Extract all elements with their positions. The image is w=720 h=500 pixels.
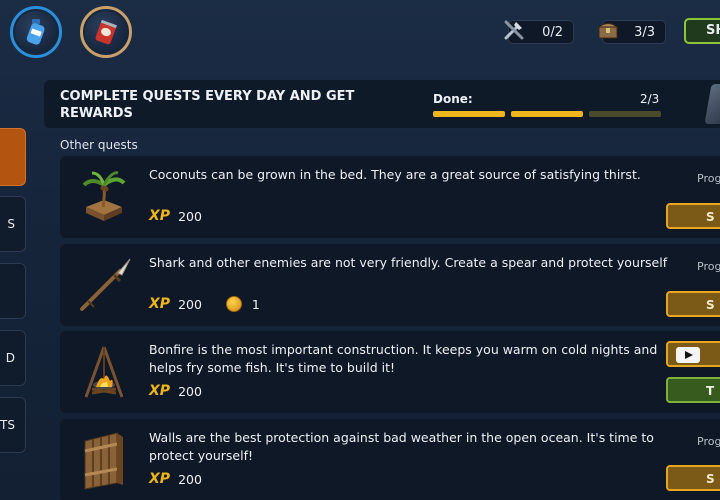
tools-count: 0/2 (542, 24, 563, 40)
quest-card: Coconuts can be grown in the bed. They a… (60, 156, 720, 238)
xp-icon: XP (149, 296, 171, 312)
wooden-wall-icon (72, 427, 136, 493)
progress-label: Prog (697, 172, 720, 185)
quest-action-button[interactable]: T (666, 377, 720, 403)
watch-video-button[interactable] (666, 341, 720, 367)
side-tab-label: TS (0, 418, 15, 432)
xp-value: 200 (178, 208, 202, 224)
quest-card: Walls are the best protection against ba… (60, 419, 720, 500)
coin-value: 1 (251, 296, 260, 312)
reward-chest-icon[interactable] (704, 84, 720, 124)
header-title: COMPLETE QUESTS EVERY DAY AND GET REWARD… (60, 89, 355, 121)
water-resource-button[interactable] (10, 6, 62, 58)
quest-action-button[interactable]: S (666, 465, 720, 491)
done-label: Done: (433, 92, 473, 106)
chest-counter: 3/3 (597, 20, 666, 44)
side-tab-4[interactable]: D (0, 330, 26, 386)
xp-icon: XP (149, 471, 171, 487)
spear-icon (72, 252, 136, 318)
top-bar: 0/2 3/3 SH (0, 0, 720, 66)
quest-description: Bonfire is the most important constructi… (149, 342, 658, 375)
shop-button[interactable]: SH (684, 18, 720, 44)
quest-action-button[interactable]: S (666, 203, 720, 229)
section-label: Other quests (60, 138, 138, 152)
quest-card: Shark and other enemies are not very fri… (60, 244, 720, 326)
palm-planter-icon (72, 164, 136, 230)
daily-quests-header: COMPLETE QUESTS EVERY DAY AND GET REWARD… (44, 80, 720, 128)
side-tab-1[interactable] (0, 128, 26, 186)
xp-icon: XP (149, 208, 171, 224)
progress-segment (589, 111, 661, 117)
chest-icon (593, 15, 623, 45)
quest-action-button[interactable]: S (666, 291, 720, 317)
video-play-icon (676, 347, 700, 363)
side-tab-label: D (5, 351, 15, 365)
quest-description: Walls are the best protection against ba… (149, 430, 654, 463)
quest-card: Bonfire is the most important constructi… (60, 331, 720, 413)
progress-segment (433, 111, 505, 117)
quest-description: Coconuts can be grown in the bed. They a… (149, 167, 641, 182)
quest-description: Shark and other enemies are not very fri… (149, 255, 668, 270)
quest-reward: XP 200 (149, 471, 202, 487)
xp-value: 200 (178, 296, 202, 312)
tools-counter: 0/2 (504, 20, 574, 44)
side-tab-5[interactable]: TS (0, 397, 26, 453)
quest-reward: XP 200 1 (149, 296, 260, 312)
progress-label: Prog (697, 260, 720, 273)
xp-value: 200 (178, 471, 202, 487)
side-tab-2[interactable]: S (0, 196, 26, 252)
food-resource-button[interactable] (80, 6, 132, 58)
xp-value: 200 (178, 383, 202, 399)
water-bottle-icon (26, 19, 45, 45)
coin-icon (225, 296, 242, 312)
done-count: 2/3 (640, 92, 660, 106)
chest-count: 3/3 (634, 24, 655, 40)
daily-progress-bar (433, 111, 661, 117)
side-tab-3[interactable] (0, 263, 26, 319)
quest-reward: XP 200 (149, 208, 202, 224)
progress-segment (511, 111, 583, 117)
canned-food-icon (95, 19, 117, 45)
quest-reward: XP 200 (149, 383, 202, 399)
side-tab-label: S (7, 217, 15, 231)
tools-icon (499, 15, 529, 45)
progress-label: Prog (697, 435, 720, 448)
xp-icon: XP (149, 383, 171, 399)
bonfire-icon (72, 339, 136, 405)
